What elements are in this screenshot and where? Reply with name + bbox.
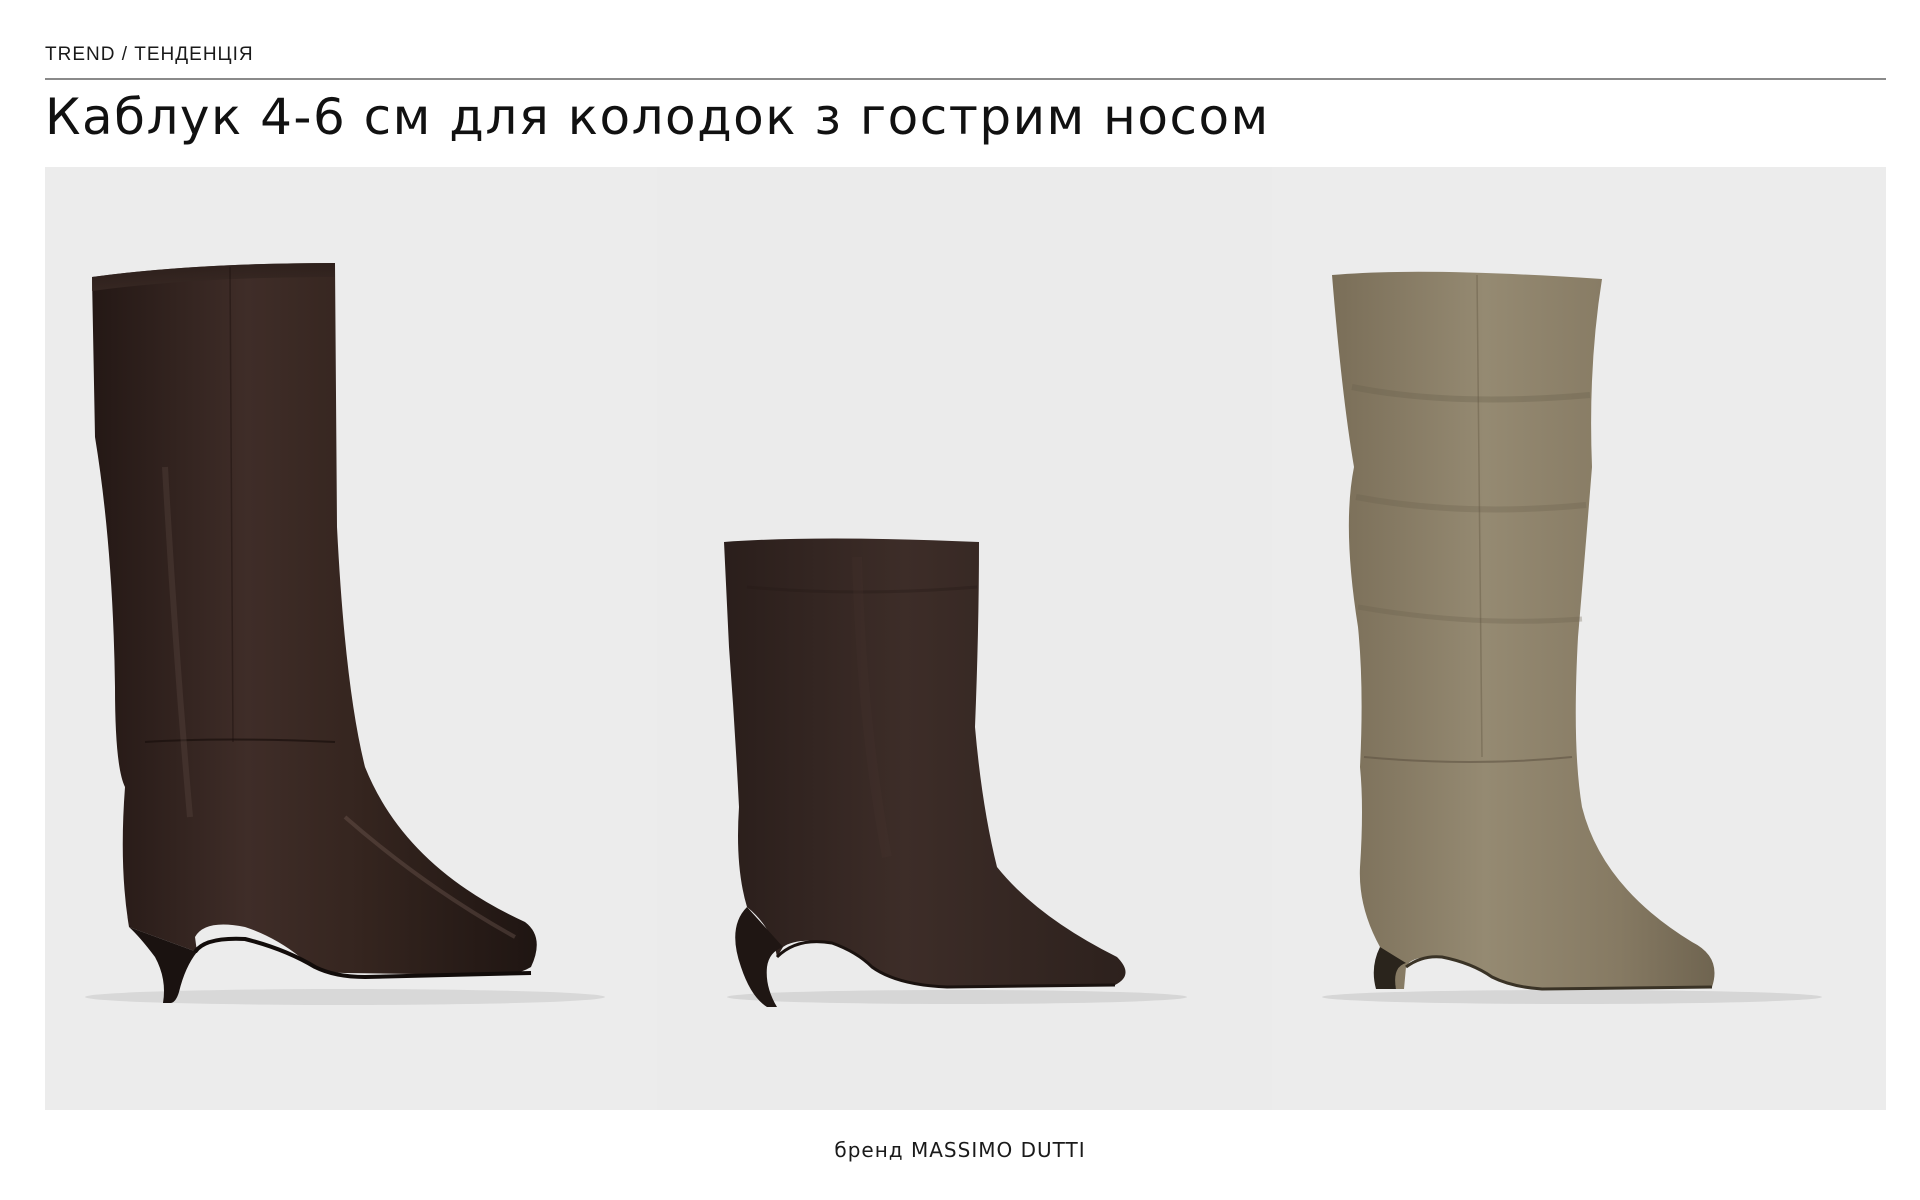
page-title: Каблук 4-6 см для колодок з гострим носо… [45, 88, 1270, 146]
header-divider [45, 78, 1886, 80]
brand-caption: бренд MASSIMO DUTTI [834, 1138, 1086, 1162]
product-photo-suede-ankle-boot[interactable] [657, 167, 1272, 1110]
product-gallery [45, 167, 1886, 1110]
section-kicker: TREND / ТЕНДЕНЦІЯ [45, 44, 254, 65]
product-photo-tall-suede-boot[interactable] [1272, 167, 1886, 1110]
tall-suede-boot-image [1272, 167, 1886, 1110]
suede-ankle-boot-image [657, 167, 1272, 1110]
tall-leather-boot-image [45, 167, 657, 1110]
product-photo-tall-leather-boot[interactable] [45, 167, 657, 1110]
